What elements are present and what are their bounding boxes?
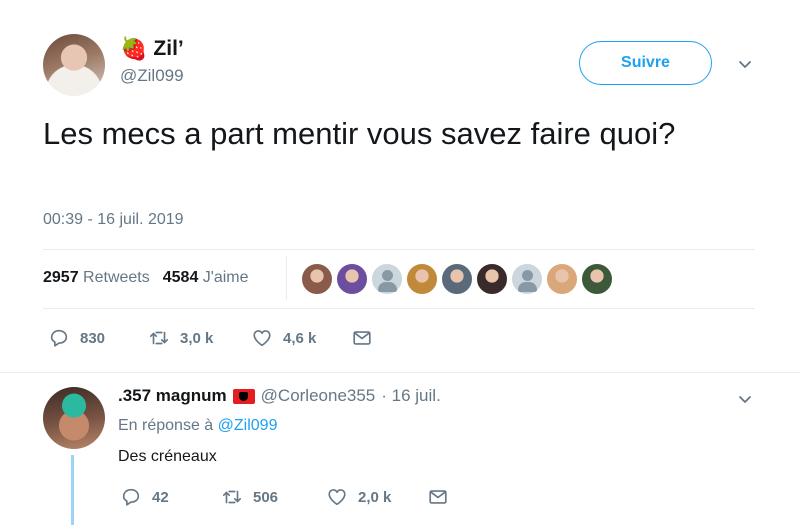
liker-avatar[interactable] xyxy=(546,263,578,295)
follow-button[interactable]: Suivre xyxy=(579,41,712,85)
like-count: 2,0 k xyxy=(358,488,392,506)
author-name[interactable]: Zil’ xyxy=(153,37,183,61)
reply-count: 42 xyxy=(152,488,169,506)
in-reply-to: En réponse à @Zil099 xyxy=(118,417,277,435)
liker-avatar[interactable] xyxy=(581,263,613,295)
reply-author-handle[interactable]: @Corleone355 xyxy=(261,386,376,406)
divider xyxy=(0,372,800,373)
retweet-button[interactable]: 506 xyxy=(221,486,326,508)
retweet-icon xyxy=(222,490,242,504)
reply-icon xyxy=(122,488,140,506)
reply-button[interactable]: 830 xyxy=(48,327,148,349)
stats-separator xyxy=(286,256,287,300)
in-reply-mention[interactable]: @Zil099 xyxy=(218,417,278,434)
reply-date[interactable]: · 16 juil. xyxy=(381,386,441,406)
main-tweet: 🍓 Zil’ @Zil099 Suivre Les mecs a part me… xyxy=(0,0,800,372)
albania-flag-icon xyxy=(232,388,255,404)
like-count: 4,6 k xyxy=(283,329,317,347)
author-handle[interactable]: @Zil099 xyxy=(120,66,184,86)
like-button[interactable]: 2,0 k xyxy=(326,486,427,508)
author-avatar[interactable] xyxy=(43,34,105,96)
liker-avatar[interactable] xyxy=(406,263,438,295)
reply-actions: 42 506 2,0 k xyxy=(120,486,449,508)
retweet-button[interactable]: 3,0 k xyxy=(148,327,251,349)
tweet-timestamp[interactable]: 00:39 - 16 juil. 2019 xyxy=(43,211,184,229)
reply-count: 830 xyxy=(80,329,106,347)
in-reply-prefix: En réponse à xyxy=(118,417,214,434)
liker-avatar[interactable] xyxy=(441,263,473,295)
author-name-row: 🍓 Zil’ xyxy=(120,36,184,62)
retweet-count: 3,0 k xyxy=(180,329,214,347)
tweet-actions: 830 3,0 k 4,6 k xyxy=(48,327,373,349)
likes-count: 4584 xyxy=(162,269,199,286)
liker-avatar[interactable] xyxy=(336,263,368,295)
thread-line xyxy=(71,455,74,525)
reply-button[interactable]: 42 xyxy=(120,486,221,508)
reply-author-avatar[interactable] xyxy=(43,387,105,449)
divider xyxy=(43,308,755,309)
liker-avatars xyxy=(301,263,613,295)
envelope-icon xyxy=(353,331,371,345)
reply-icon xyxy=(50,329,68,347)
default-avatar-icon[interactable] xyxy=(511,263,543,295)
retweet-count: 506 xyxy=(253,488,279,506)
direct-message-button[interactable] xyxy=(427,486,449,508)
reply-author-name[interactable]: .357 magnum xyxy=(118,386,227,406)
chevron-down-icon[interactable] xyxy=(737,56,753,72)
likes-label: J'aime xyxy=(202,269,249,286)
direct-message-button[interactable] xyxy=(351,327,373,349)
reply-text: Des créneaux xyxy=(118,448,217,465)
default-avatar-icon[interactable] xyxy=(371,263,403,295)
retweets-label: Retweets xyxy=(83,269,150,286)
envelope-icon xyxy=(429,490,447,504)
like-button[interactable]: 4,6 k xyxy=(251,327,351,349)
liker-avatar[interactable] xyxy=(301,263,333,295)
retweet-icon xyxy=(149,331,169,345)
tweet-stats: 2957 Retweets 4584 J'aime xyxy=(43,269,249,287)
reply-header: .357 magnum @Corleone355 · 16 juil. xyxy=(118,386,441,406)
author-block: 🍓 Zil’ @Zil099 xyxy=(120,36,184,86)
liker-avatar[interactable] xyxy=(476,263,508,295)
likes-stat[interactable]: 4584 J'aime xyxy=(163,269,249,287)
tweet-text: Les mecs a part mentir vous savez faire … xyxy=(43,116,676,151)
chevron-down-icon[interactable] xyxy=(737,391,753,407)
strawberry-emoji-icon: 🍓 xyxy=(120,36,148,61)
heart-icon xyxy=(253,330,271,347)
divider xyxy=(43,249,755,250)
retweets-stat[interactable]: 2957 Retweets xyxy=(43,269,150,287)
heart-icon xyxy=(328,489,346,506)
retweets-count: 2957 xyxy=(43,269,79,286)
